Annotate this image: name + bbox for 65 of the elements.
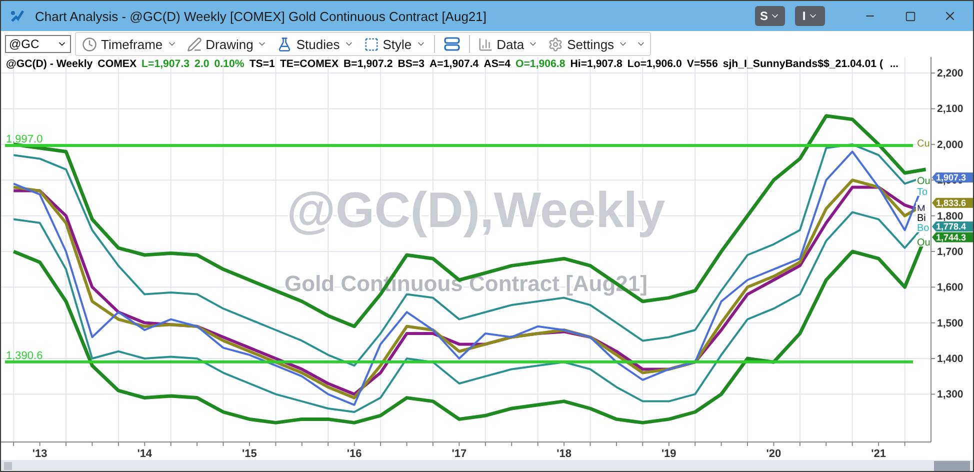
info-value: @GC(D) - Weekly [6, 58, 93, 70]
info-value: Lo=1,906.0 [627, 58, 682, 70]
series-label: Ou [917, 237, 930, 248]
toolbar-button[interactable]: Style [362, 34, 428, 54]
price-tag: 1,744.3 [932, 232, 973, 242]
info-value: TE=COMEX [280, 58, 339, 70]
toolbar-button[interactable]: Studies [275, 34, 356, 54]
flask-icon [277, 36, 292, 52]
maximize-icon [904, 10, 916, 22]
line-value-label: 1,390.6 [6, 350, 43, 362]
x-axis-label: '18 [556, 448, 572, 460]
bar-chart-icon [478, 36, 493, 52]
toolbar-button[interactable]: Drawing [184, 34, 270, 54]
info-value: sjh_I_SunnyBands$$_21.04.01 ( [722, 58, 884, 70]
app-logo-icon [9, 8, 25, 24]
gear-icon [548, 36, 564, 52]
info-value: A=1,907.4 [430, 58, 479, 70]
x-axis-label: '20 [766, 448, 782, 460]
info-value: COMEX [98, 58, 137, 70]
info-value: BS=3 [398, 58, 425, 70]
dashed-square-icon [364, 36, 379, 52]
y-axis-label: 2,000 [937, 138, 964, 151]
y-axis-label: 1,800 [937, 210, 964, 222]
horizontal-scrollbar[interactable] [1, 460, 973, 471]
y-axis-label: 1,600 [937, 282, 964, 294]
toolbar-button[interactable]: Settings [546, 34, 630, 54]
info-value: TS=1 [249, 58, 275, 70]
x-axis-label: '14 [137, 448, 152, 460]
x-axis-label: '15 [242, 448, 257, 460]
toolbar-button[interactable]: Timeframe [80, 34, 179, 54]
scrollbar-thumb[interactable] [934, 461, 970, 471]
series-label: Bo [917, 223, 930, 234]
account-menu-button[interactable]: I [795, 6, 825, 26]
y-axis-label: 1,500 [937, 317, 964, 330]
info-value: L=1,907.3 [142, 58, 190, 70]
series-label: Cu [917, 138, 930, 150]
series-label: Bi [917, 212, 926, 224]
stacked-bars-icon [442, 36, 461, 52]
x-axis-label: '16 [346, 448, 362, 460]
toolbar-button[interactable]: Data [476, 34, 540, 54]
symbol-combobox[interactable]: @GC [5, 35, 71, 53]
x-axis-label: '13 [32, 448, 48, 460]
info-value: 0.10% [214, 58, 244, 70]
window-title: Chart Analysis - @GC(D) Weekly [COMEX] Gold Continuous Contract [Aug21] [35, 8, 488, 24]
line-value-label: 1,997.0 [6, 134, 43, 146]
y-axis-label: 1,700 [937, 246, 964, 258]
clock-icon [82, 36, 97, 52]
info-value: Hi=1,907.8 [570, 58, 622, 70]
x-axis-label: '19 [661, 448, 676, 460]
info-value: 2.0 [194, 58, 210, 70]
info-value: V=556 [686, 58, 718, 70]
info-value: B=1,907.2 [344, 58, 393, 70]
account-menu-button[interactable]: S [755, 6, 785, 26]
close-icon [943, 9, 957, 23]
info-value: O=1,906.8 [516, 58, 566, 70]
info-value: AS=4 [484, 58, 510, 70]
x-axis-label: '21 [871, 448, 886, 460]
y-axis-label: 2,100 [937, 103, 964, 116]
series-label: To [917, 186, 928, 198]
pen-icon [186, 36, 202, 52]
y-axis-label: 1,300 [937, 388, 964, 401]
y-axis-label: 2,200 [937, 68, 964, 80]
series-label: Ou [917, 176, 930, 188]
x-axis-label: '17 [452, 448, 467, 460]
y-axis-label: 1,400 [937, 353, 964, 365]
